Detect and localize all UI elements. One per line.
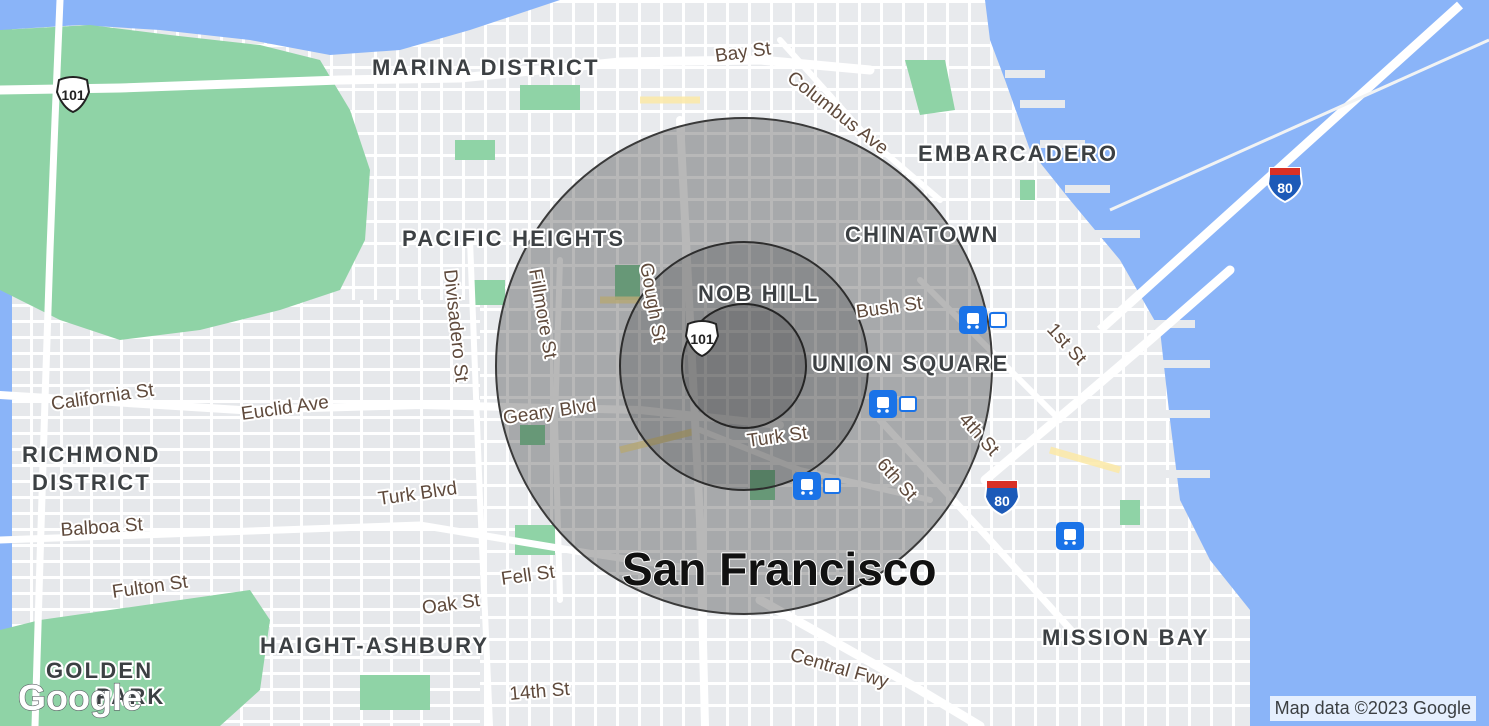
map-attribution[interactable]: Map data ©2023 Google [1269, 696, 1476, 721]
bart-icon [989, 312, 1007, 328]
transit-stop-caltrain[interactable] [1056, 522, 1084, 550]
train-icon [1064, 529, 1076, 540]
train-icon [967, 313, 979, 324]
map-canvas[interactable]: 101 101 80 80 MARINA DISTRICT EMBARCADER… [0, 0, 1489, 726]
bart-icon [823, 478, 841, 494]
district-label-marina: MARINA DISTRICT [372, 55, 600, 80]
shield-label: 80 [994, 493, 1010, 509]
district-label-richmond-2: DISTRICT [32, 470, 151, 495]
shield-label: 101 [690, 331, 714, 347]
district-label-pacific-heights: PACIFIC HEIGHTS [402, 226, 625, 251]
city-label: San Francisco [622, 543, 936, 595]
district-label-chinatown: CHINATOWN [845, 222, 1000, 247]
district-label-nob-hill: NOB HILL [698, 281, 819, 306]
district-label-embarcadero: EMBARCADERO [918, 141, 1118, 166]
shield-label: 101 [61, 87, 85, 103]
bart-icon [899, 396, 917, 412]
shield-label: 80 [1277, 180, 1293, 196]
train-icon [877, 397, 889, 408]
district-label-mission-bay: MISSION BAY [1042, 625, 1210, 650]
district-label-union-square: UNION SQUARE [812, 351, 1010, 376]
district-label-richmond: RICHMOND [22, 442, 161, 467]
district-label-haight-ashbury: HAIGHT-ASHBURY [260, 633, 489, 658]
train-icon [801, 479, 813, 490]
map-container[interactable]: 101 101 80 80 MARINA DISTRICT EMBARCADER… [0, 0, 1489, 726]
google-logo[interactable]: Google [17, 676, 142, 718]
